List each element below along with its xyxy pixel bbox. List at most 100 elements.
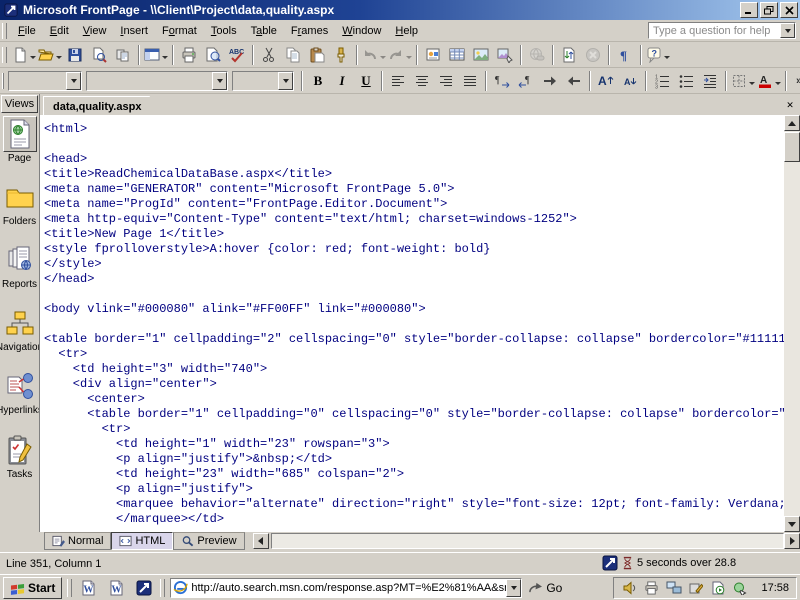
- font-combo[interactable]: [86, 71, 228, 91]
- taskbar-grip[interactable]: [160, 579, 165, 597]
- font-color-button[interactable]: A: [756, 70, 782, 92]
- preview-in-browser-button[interactable]: [201, 44, 225, 66]
- search-button[interactable]: [87, 44, 111, 66]
- vertical-scroll-thumb[interactable]: [784, 132, 800, 162]
- scroll-down-button[interactable]: [784, 516, 800, 532]
- style-combo-dropdown-button[interactable]: [66, 72, 81, 90]
- start-button[interactable]: Start: [3, 577, 62, 599]
- web-component-button[interactable]: [421, 44, 445, 66]
- view-tab-normal[interactable]: Normal: [44, 532, 111, 550]
- toolbar-grip[interactable]: [2, 47, 7, 63]
- numbering-button[interactable]: 123: [650, 70, 674, 92]
- quick-launch-frontpage-shortcut[interactable]: [133, 577, 155, 599]
- scroll-up-button[interactable]: [784, 115, 800, 131]
- size-combo-dropdown-button[interactable]: [278, 72, 293, 90]
- print-button[interactable]: [177, 44, 201, 66]
- save-button[interactable]: [63, 44, 87, 66]
- views-item-page[interactable]: Page: [0, 116, 39, 164]
- menu-frames[interactable]: Frames: [284, 21, 335, 41]
- increase-indent-button[interactable]: [698, 70, 722, 92]
- menu-format[interactable]: Format: [155, 21, 204, 41]
- tray-network-icon[interactable]: [665, 579, 682, 596]
- cut-button[interactable]: [257, 44, 281, 66]
- menu-table[interactable]: Table: [244, 21, 284, 41]
- size-combo[interactable]: [232, 71, 294, 91]
- refresh-button[interactable]: [557, 44, 581, 66]
- tray-volume-icon[interactable]: [621, 579, 638, 596]
- align-right-button[interactable]: [434, 70, 458, 92]
- quick-launch-word-document-2[interactable]: W: [105, 577, 127, 599]
- align-left-button[interactable]: [386, 70, 410, 92]
- horizontal-scroll-track[interactable]: [271, 533, 784, 549]
- address-bar[interactable]: http://auto.search.msn.com/response.asp?…: [170, 578, 522, 598]
- tray-windows-update-icon[interactable]: [731, 579, 748, 596]
- menu-tools[interactable]: Tools: [204, 21, 244, 41]
- address-dropdown-button[interactable]: [506, 579, 521, 597]
- help-box-dropdown-button[interactable]: [780, 23, 795, 38]
- decrease-font-size-button[interactable]: A: [618, 70, 642, 92]
- view-tab-preview[interactable]: Preview: [173, 532, 244, 550]
- views-item-tasks[interactable]: Tasks: [0, 432, 39, 480]
- views-item-navigation[interactable]: Navigation: [0, 305, 39, 353]
- go-button[interactable]: Go: [522, 577, 568, 599]
- bold-button[interactable]: B: [306, 70, 330, 92]
- toggle-pane-button[interactable]: [143, 44, 169, 66]
- menu-view[interactable]: View: [76, 21, 114, 41]
- tray-printer-icon[interactable]: [643, 579, 660, 596]
- copy-button[interactable]: [281, 44, 305, 66]
- text-direction-right-button[interactable]: [538, 70, 562, 92]
- bullets-button[interactable]: [674, 70, 698, 92]
- more-buttons-button[interactable]: »: [790, 70, 800, 92]
- taskbar-grip[interactable]: [67, 579, 72, 597]
- font-combo-dropdown-button[interactable]: [212, 72, 227, 90]
- menu-insert[interactable]: Insert: [113, 21, 155, 41]
- publish-web-button[interactable]: [111, 44, 135, 66]
- chevron-down-icon: [511, 586, 517, 593]
- hscroll-left-button[interactable]: [253, 533, 269, 549]
- new-page-button[interactable]: [11, 44, 37, 66]
- triangle-left-icon: [254, 537, 263, 545]
- show-all-button[interactable]: ¶: [613, 44, 637, 66]
- close-document-icon[interactable]: ✕: [783, 97, 797, 111]
- document-tab[interactable]: data,quality.aspx: [43, 96, 163, 116]
- insert-table-button[interactable]: [445, 44, 469, 66]
- close-button[interactable]: [780, 2, 798, 18]
- view-tab-html[interactable]: HTML: [111, 532, 173, 550]
- minimize-button[interactable]: [740, 2, 758, 18]
- align-center-button[interactable]: [410, 70, 434, 92]
- restore-button[interactable]: [760, 2, 778, 18]
- paste-button[interactable]: [305, 44, 329, 66]
- rtl-paragraph-button[interactable]: ¶: [514, 70, 538, 92]
- menu-help[interactable]: Help: [388, 21, 425, 41]
- italic-button[interactable]: I: [330, 70, 354, 92]
- menu-grip[interactable]: [2, 23, 7, 39]
- views-item-folders[interactable]: Folders: [0, 179, 39, 227]
- code-editor[interactable]: <html><head><title>ReadChemicalDataBase.…: [40, 115, 784, 532]
- text-direction-left-button[interactable]: [562, 70, 586, 92]
- insert-clipart-button[interactable]: [493, 44, 517, 66]
- justify-button[interactable]: [458, 70, 482, 92]
- hscroll-right-button[interactable]: [784, 533, 800, 549]
- toolbar-grip[interactable]: [2, 73, 4, 89]
- help-question-box[interactable]: Type a question for help: [648, 22, 796, 39]
- tray-task-scheduler-icon[interactable]: [709, 579, 726, 596]
- menu-window[interactable]: Window: [335, 21, 388, 41]
- underline-button[interactable]: U: [354, 70, 378, 92]
- vertical-scrollbar[interactable]: [784, 115, 800, 532]
- quick-launch-word-document-1[interactable]: W: [77, 577, 99, 599]
- menu-file[interactable]: File: [11, 21, 43, 41]
- ltr-paragraph-button[interactable]: ¶: [490, 70, 514, 92]
- style-combo[interactable]: [8, 71, 82, 91]
- open-button[interactable]: [37, 44, 63, 66]
- help-button[interactable]: ?: [645, 44, 671, 66]
- borders-button[interactable]: [730, 70, 756, 92]
- views-item-hyperlinks[interactable]: Hyperlinks: [0, 368, 39, 416]
- format-painter-button[interactable]: [329, 44, 353, 66]
- menu-edit[interactable]: Edit: [43, 21, 76, 41]
- insert-picture-button[interactable]: [469, 44, 493, 66]
- increase-font-size-button[interactable]: A: [594, 70, 618, 92]
- code-line: <meta name="GENERATOR" content="Microsof…: [44, 182, 784, 197]
- views-item-reports[interactable]: Reports: [0, 242, 39, 290]
- tray-pen-input-icon[interactable]: [687, 579, 704, 596]
- spelling-button[interactable]: ABC: [225, 44, 249, 66]
